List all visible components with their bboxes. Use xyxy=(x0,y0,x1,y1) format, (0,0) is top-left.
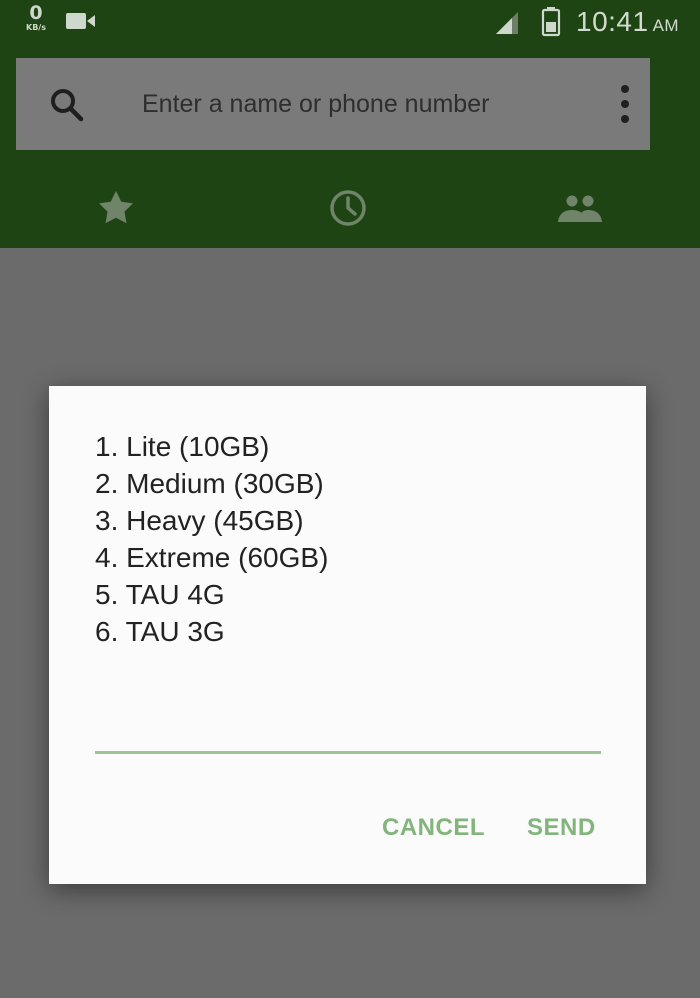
menu-option-1: 1. Lite (10GB) xyxy=(95,431,270,462)
ussd-dialog: 1. Lite (10GB) 2. Medium (30GB) 3. Heavy… xyxy=(49,386,646,884)
tab-favorites[interactable] xyxy=(86,184,146,232)
menu-option-5: 5. TAU 4G xyxy=(95,579,225,610)
tab-bar xyxy=(0,166,700,248)
star-icon xyxy=(86,191,146,236)
tab-contacts[interactable] xyxy=(550,184,610,232)
network-speed-indicator: 0 KB/s xyxy=(20,4,52,32)
app-header: 0 KB/s 10:41 AM xyxy=(0,0,700,248)
search-icon[interactable] xyxy=(50,88,84,127)
menu-option-2: 2. Medium (30GB) xyxy=(95,468,324,499)
video-camera-icon xyxy=(66,12,96,35)
more-vert-icon[interactable] xyxy=(618,84,632,129)
search-input[interactable] xyxy=(142,82,582,126)
menu-option-4: 4. Extreme (60GB) xyxy=(95,542,329,573)
menu-options-list: 1. Lite (10GB) 2. Medium (30GB) 3. Heavy… xyxy=(95,428,328,650)
send-button[interactable]: SEND xyxy=(527,814,596,842)
network-speed-value: 0 xyxy=(29,2,43,24)
people-icon xyxy=(550,195,610,236)
clock-ampm: AM xyxy=(652,16,680,35)
menu-option-3: 3. Heavy (45GB) xyxy=(95,505,304,536)
clock-time: 10:41 xyxy=(576,6,649,37)
battery-icon xyxy=(541,7,561,42)
signal-strength-icon xyxy=(494,10,522,41)
clock-icon xyxy=(318,190,378,236)
tab-recents[interactable] xyxy=(318,184,378,232)
status-clock: 10:41 AM xyxy=(576,6,679,38)
cancel-button[interactable]: CANCEL xyxy=(382,814,485,842)
menu-option-6: 6. TAU 3G xyxy=(95,616,225,647)
status-bar: 0 KB/s 10:41 AM xyxy=(0,0,700,44)
search-bar[interactable] xyxy=(16,58,650,150)
network-speed-unit: KB/s xyxy=(26,23,46,32)
response-input[interactable] xyxy=(95,708,601,754)
